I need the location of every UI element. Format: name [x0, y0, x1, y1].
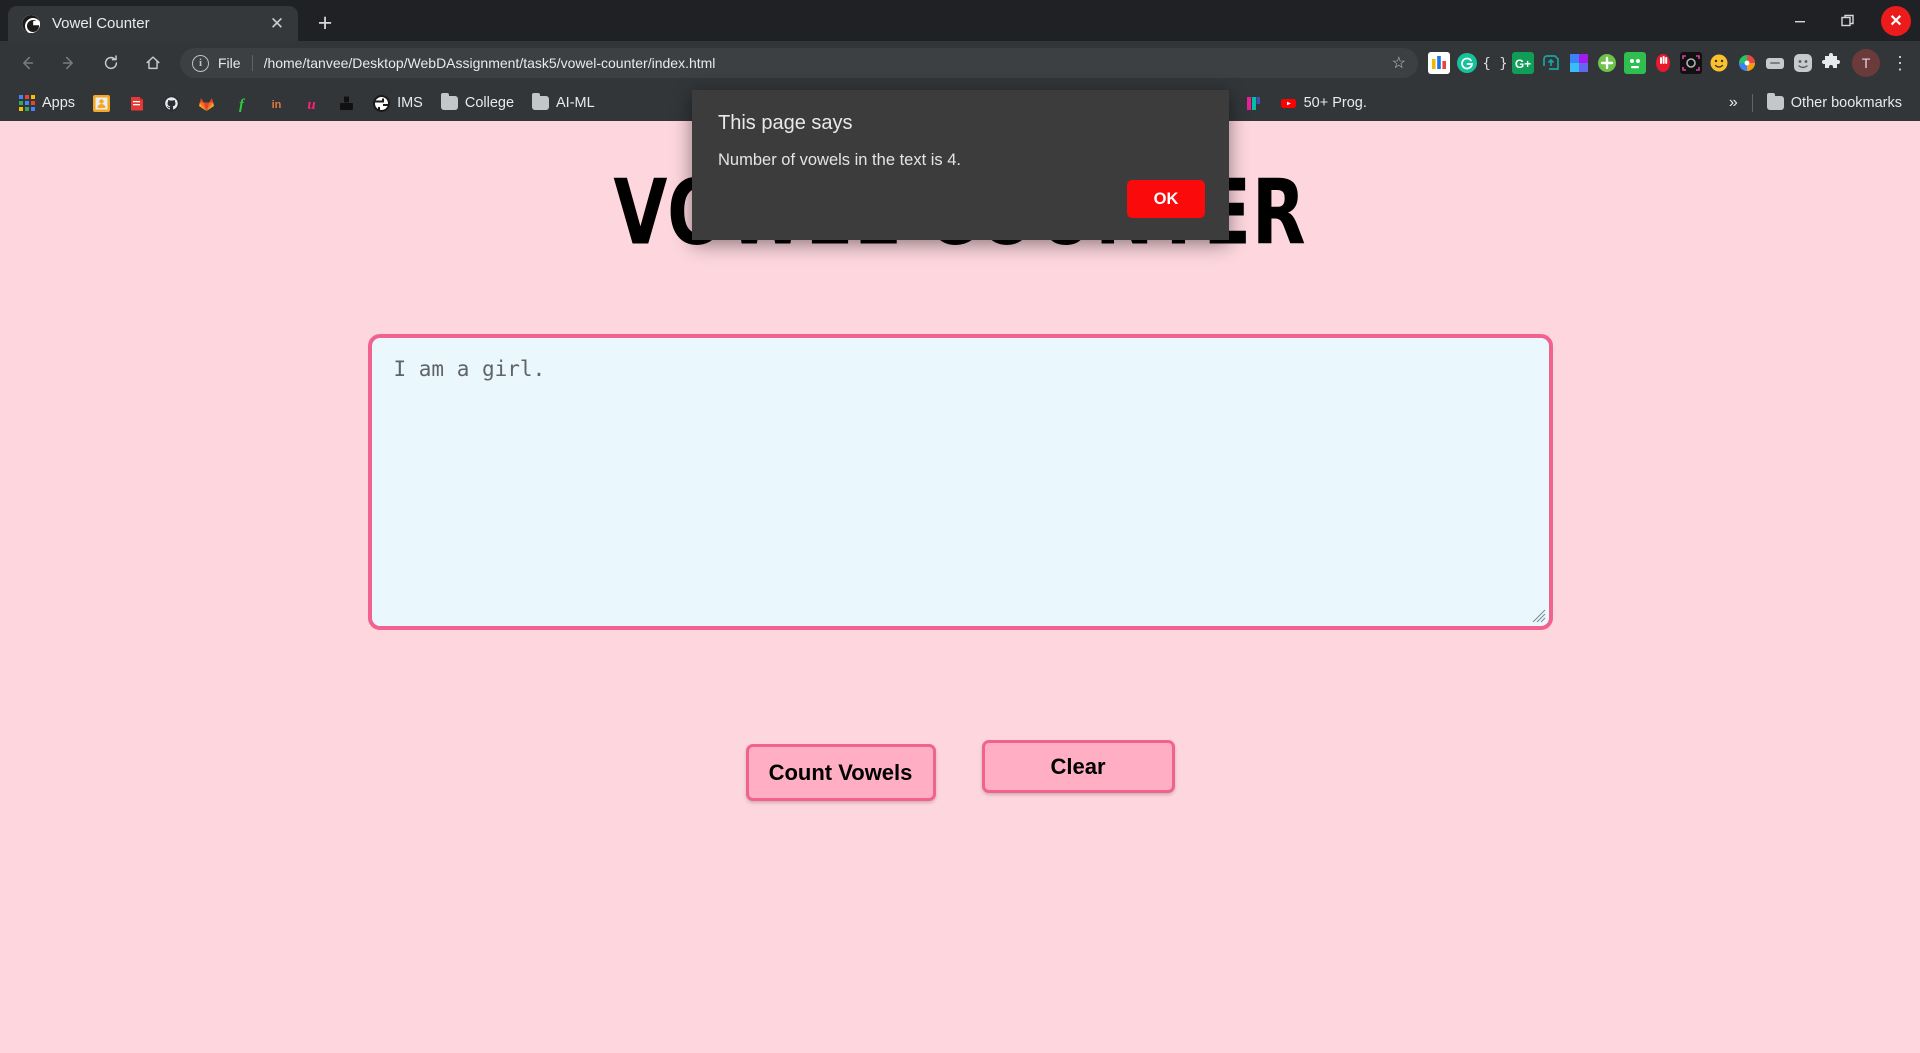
tab-strip: Vowel Counter ✕ + ✕	[0, 0, 1920, 41]
forward-button[interactable]	[52, 46, 86, 80]
bookmark-50plus-prog[interactable]: 50+ Prog.	[1272, 91, 1375, 116]
apps-grid-icon	[18, 95, 35, 112]
close-icon[interactable]: ✕	[266, 13, 288, 35]
bookmark-label: Other bookmarks	[1790, 95, 1902, 111]
bookmark-github[interactable]	[155, 91, 188, 116]
grammarly-icon[interactable]	[1454, 50, 1480, 76]
omnibox-divider	[251, 55, 253, 71]
avatar[interactable]: T	[1852, 49, 1880, 77]
black-box-icon	[338, 95, 355, 112]
browser-tab[interactable]: Vowel Counter ✕	[8, 6, 298, 41]
linkedin-icon: in	[268, 95, 285, 112]
svg-text:{ }: { }	[1484, 56, 1506, 72]
bookmark-contact-card[interactable]	[85, 91, 118, 116]
github-icon	[163, 95, 180, 112]
globe-icon	[373, 94, 390, 112]
bookmarks-overflow-button[interactable]: »	[1721, 94, 1746, 112]
bookmark-label: Apps	[42, 95, 76, 111]
browser-menu-button[interactable]: ⋮	[1886, 54, 1914, 72]
home-button[interactable]	[136, 46, 170, 80]
textarea-container	[0, 334, 1920, 630]
green-robot-icon[interactable]	[1622, 50, 1648, 76]
new-tab-button[interactable]: +	[308, 6, 342, 40]
url-scheme-label: File	[218, 55, 241, 71]
text-input-area[interactable]	[367, 334, 1553, 630]
bookmark-gitlab[interactable]	[190, 91, 223, 116]
bookmark-label: College	[464, 95, 515, 111]
ok-button[interactable]: OK	[1127, 180, 1205, 218]
address-bar[interactable]: i File /home/tanvee/Desktop/WebDAssignme…	[180, 48, 1418, 78]
google-classroom-icon[interactable]: G+	[1510, 50, 1536, 76]
bookmark-label: IMS	[397, 95, 423, 111]
clear-button[interactable]: Clear	[981, 740, 1175, 793]
gray-face-icon[interactable]	[1790, 50, 1816, 76]
pink-u-icon: u	[303, 95, 320, 112]
dialog-actions: OK	[1127, 180, 1205, 218]
bookmark-black-box[interactable]	[330, 91, 363, 116]
svg-text:in: in	[272, 99, 282, 111]
red-hand-icon[interactable]	[1650, 50, 1676, 76]
youtube-icon	[1280, 95, 1297, 112]
back-button[interactable]	[10, 46, 44, 80]
navigation-toolbar: i File /home/tanvee/Desktop/WebDAssignme…	[0, 41, 1920, 85]
color-blocks-icon[interactable]	[1566, 50, 1592, 76]
close-icon: ✕	[1881, 5, 1911, 36]
tab-title: Vowel Counter	[52, 15, 150, 32]
web-page-content: VOWEL COUNTER Count Vowels Clear	[0, 121, 1920, 1053]
globe-icon	[22, 14, 40, 33]
magenta-tool-icon	[1245, 95, 1262, 112]
folder-icon	[532, 93, 550, 112]
bookmark-label: AI-ML	[556, 95, 595, 111]
bookmark-linkedin[interactable]: in	[260, 91, 293, 116]
folder-icon	[1766, 93, 1784, 112]
red-book-icon	[128, 95, 145, 112]
color-wheel-icon[interactable]	[1734, 50, 1760, 76]
plus-circle-green-icon[interactable]	[1594, 50, 1620, 76]
bookmark-ai-ml[interactable]: AI-ML	[524, 91, 603, 116]
extensions-strip: { } G+	[1426, 50, 1846, 76]
count-vowels-button[interactable]: Count Vowels	[745, 744, 936, 801]
svg-text:G+: G+	[1515, 57, 1531, 71]
bookmark-magenta-tool[interactable]	[1237, 91, 1270, 116]
emoji-smile-icon[interactable]	[1706, 50, 1732, 76]
green-script-icon: f	[233, 95, 250, 112]
window-controls: ✕	[1776, 0, 1920, 41]
bookmark-other-bookmarks[interactable]: Other bookmarks	[1759, 91, 1910, 116]
bookmark-red-book[interactable]	[120, 91, 153, 116]
code-braces-icon[interactable]: { }	[1482, 50, 1508, 76]
browser-window: Vowel Counter ✕ + ✕ i File /home/tanvee/…	[0, 0, 1920, 1053]
svg-text:f: f	[239, 97, 246, 112]
gitlab-icon	[198, 95, 215, 112]
dialog-message: Number of vowels in the text is 4.	[718, 151, 962, 169]
bookmark-ims[interactable]: IMS	[365, 91, 431, 116]
puzzle-piece-icon[interactable]	[1818, 50, 1844, 76]
bookmark-pink-u[interactable]: u	[295, 91, 328, 116]
close-button[interactable]: ✕	[1872, 0, 1920, 41]
bookmarks-bar-right: » Other bookmarks	[1721, 91, 1910, 116]
chart-bars-icon[interactable]	[1426, 50, 1452, 76]
bookmark-apps[interactable]: Apps	[10, 91, 83, 116]
info-icon[interactable]: i	[192, 54, 209, 72]
minimize-button[interactable]	[1776, 0, 1824, 41]
bookmarks-divider	[1751, 94, 1753, 112]
bookmark-star-icon[interactable]: ☆	[1386, 53, 1412, 73]
bookmark-label: 50+ Prog.	[1303, 95, 1367, 111]
scanner-icon[interactable]	[1678, 50, 1704, 76]
gray-tag-icon[interactable]	[1762, 50, 1788, 76]
svg-text:u: u	[307, 97, 315, 112]
maximize-restore-button[interactable]	[1824, 0, 1872, 41]
action-buttons-row: Count Vowels Clear	[0, 740, 1920, 801]
javascript-alert-dialog: This page says Number of vowels in the t…	[692, 90, 1229, 240]
reload-button[interactable]	[94, 46, 128, 80]
url-text: /home/tanvee/Desktop/WebDAssignment/task…	[263, 55, 716, 71]
arrow-up-circle-icon[interactable]	[1538, 50, 1564, 76]
bookmark-college[interactable]: College	[433, 91, 522, 116]
folder-icon	[440, 93, 458, 112]
contact-card-icon	[93, 94, 111, 112]
bookmark-green-script[interactable]: f	[225, 91, 258, 116]
dialog-title: This page says	[718, 112, 853, 134]
